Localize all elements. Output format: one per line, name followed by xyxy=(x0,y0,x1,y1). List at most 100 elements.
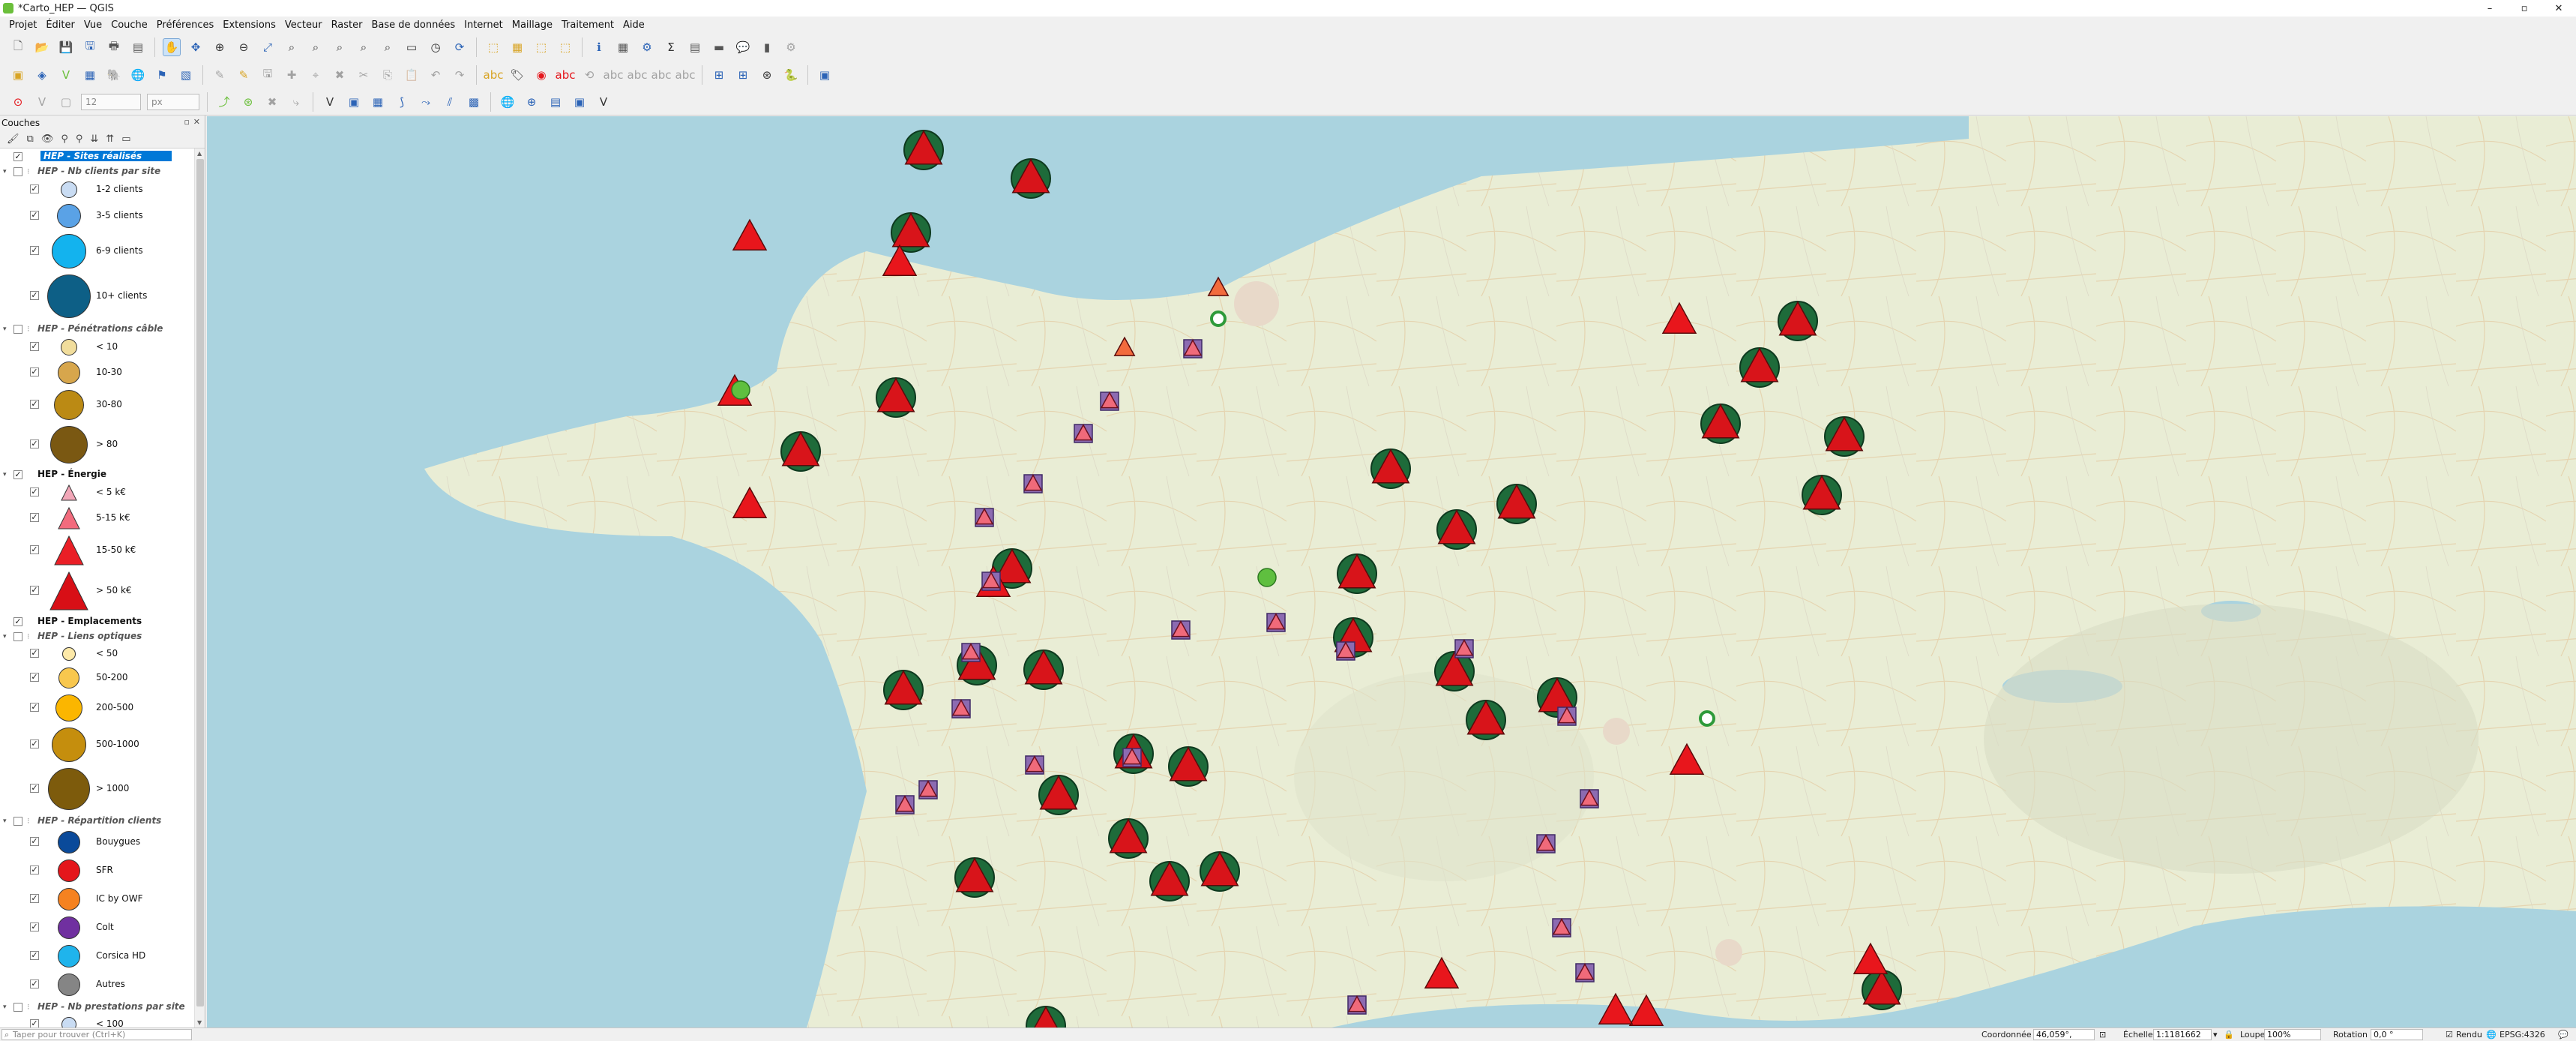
site-marker[interactable] xyxy=(1168,746,1209,787)
layer-visibility-checkbox[interactable]: ✓ xyxy=(13,167,22,176)
layer-group-row[interactable]: ▾ ✓ ⁝ HEP - Nb clients par site xyxy=(0,165,193,178)
layer-tree-scrollbar[interactable]: ▲ ▼ xyxy=(194,148,205,1028)
emplacement-marker[interactable] xyxy=(1171,620,1191,640)
simplify-icon[interactable]: ⤳ xyxy=(417,93,435,111)
crs-globe-icon[interactable]: 🌐 xyxy=(2486,1030,2497,1040)
legend-class-row[interactable]: ✓ < 100 xyxy=(0,1016,193,1028)
site-marker[interactable] xyxy=(1011,158,1051,199)
legend-class-row[interactable]: ✓ 10+ clients xyxy=(0,273,193,320)
unit-select[interactable]: px xyxy=(147,93,199,110)
annotation-icon[interactable]: 💬 xyxy=(734,38,752,56)
label-pin2-icon[interactable]: abc xyxy=(651,66,672,84)
legend-class-row[interactable]: ✓ 500-1000 xyxy=(0,726,193,764)
layer-label[interactable]: HEP - Pénétrations câble xyxy=(37,323,163,334)
class-visibility-checkbox[interactable]: ✓ xyxy=(30,740,39,748)
close-panel-icon[interactable]: ✕ xyxy=(193,117,200,127)
class-visibility-checkbox[interactable]: ✓ xyxy=(30,1019,39,1028)
emplacement-marker[interactable] xyxy=(1575,963,1595,982)
style-panel-icon[interactable]: 🖌 xyxy=(7,134,19,145)
layer-label[interactable]: HEP - Énergie xyxy=(37,469,106,479)
select-features-icon[interactable]: ⬚ xyxy=(484,38,502,56)
vertex-tool-icon[interactable]: ⌖ xyxy=(307,66,325,84)
site-marker[interactable] xyxy=(1862,970,1902,1010)
layer-row[interactable]: ▾ ✓ HEP - Énergie xyxy=(0,468,193,482)
group-tool-icon[interactable]: ▣ xyxy=(571,93,589,111)
zoom-in-icon[interactable]: ⊕ xyxy=(211,38,229,56)
legend-class-row[interactable]: ✓ 10-30 xyxy=(0,360,193,386)
label-tool-icon[interactable]: abc xyxy=(484,66,504,84)
spatial-bookmark-icon[interactable]: ⊛ xyxy=(758,66,776,84)
snap-type-icon[interactable]: ▢ xyxy=(57,93,75,111)
scale-field[interactable]: 1:1181662 xyxy=(2153,1029,2212,1040)
zoom-out-icon[interactable]: ⊖ xyxy=(235,38,253,56)
site-marker[interactable] xyxy=(1023,650,1064,690)
class-visibility-checkbox[interactable]: ✓ xyxy=(30,980,39,988)
delete-feature-icon[interactable]: ✖ xyxy=(331,66,349,84)
legend-class-row[interactable]: ✓ 30-80 xyxy=(0,388,193,422)
vertex-edit-icon[interactable]: V xyxy=(33,93,51,111)
map-rendering[interactable] xyxy=(207,116,2576,1028)
class-visibility-checkbox[interactable]: ✓ xyxy=(30,784,39,793)
zoom-selection-icon[interactable]: ⌕ xyxy=(283,38,301,56)
layer-label[interactable]: HEP - Emplacements xyxy=(37,616,142,626)
remove-layer-icon[interactable]: ▭ xyxy=(121,134,130,145)
zoom-last-icon[interactable]: ⌕ xyxy=(355,38,373,56)
legend-class-row[interactable]: ✓ SFR xyxy=(0,858,193,884)
trace-icon[interactable]: ⊛ xyxy=(239,93,257,111)
split-icon[interactable]: ✖ xyxy=(263,93,281,111)
class-visibility-checkbox[interactable]: ✓ xyxy=(30,673,39,682)
menu-internet[interactable]: Internet xyxy=(460,20,508,31)
label-move-icon[interactable]: abc xyxy=(556,66,576,84)
add-raster-layer-icon[interactable]: ▦ xyxy=(81,66,99,84)
legend-class-row[interactable]: ✓ IC by OWF xyxy=(0,886,193,912)
class-visibility-checkbox[interactable]: ✓ xyxy=(30,586,39,595)
network-tool-icon[interactable]: ⊕ xyxy=(523,93,541,111)
pan-map-icon[interactable]: ✋ xyxy=(163,38,181,56)
layer-label[interactable]: HEP - Répartition clients xyxy=(37,815,161,826)
snapping-magnet-icon[interactable]: ⊙ xyxy=(9,93,27,111)
scale-dropdown-icon[interactable]: ▾ xyxy=(2213,1030,2218,1040)
filter-legend-icon[interactable]: ⚲ xyxy=(61,134,68,145)
new-geopackage-icon[interactable]: ◈ xyxy=(33,66,51,84)
menu-base-de-donnees[interactable]: Base de données xyxy=(367,20,460,31)
layer-group-row[interactable]: ▾ ✓ ⁝ HEP - Répartition clients xyxy=(0,814,193,828)
site-marker[interactable] xyxy=(1700,404,1741,444)
save-as-icon[interactable]: 🖫 xyxy=(81,38,99,56)
identify-icon[interactable]: ℹ xyxy=(590,38,608,56)
vertex-list-icon[interactable]: V xyxy=(595,93,613,111)
legend-class-row[interactable]: ✓ 5-15 k€ xyxy=(0,506,193,531)
site-marker[interactable] xyxy=(903,130,944,170)
layer-label[interactable]: HEP - Liens optiques xyxy=(37,631,142,641)
class-visibility-checkbox[interactable]: ✓ xyxy=(30,184,39,194)
python-console-icon[interactable]: 🐍 xyxy=(782,66,800,84)
emplacement-marker[interactable] xyxy=(1100,392,1119,411)
layer-label[interactable]: HEP - Sites réalisés xyxy=(40,151,172,161)
emplacement-marker[interactable] xyxy=(1074,424,1093,443)
site-marker[interactable] xyxy=(1149,861,1190,902)
lock-scale-icon[interactable]: 🔒 xyxy=(2224,1030,2234,1040)
legend-class-row[interactable]: ✓ > 80 xyxy=(0,424,193,465)
label-pin-icon[interactable]: 🏷 xyxy=(508,66,526,84)
emplacement-marker[interactable] xyxy=(1023,474,1043,494)
emplacement-marker[interactable] xyxy=(895,795,915,814)
zoom-layer-icon[interactable]: ⌕ xyxy=(307,38,325,56)
emplacement-marker[interactable] xyxy=(1552,918,1571,938)
green-ring-marker[interactable] xyxy=(1210,310,1227,327)
save-edits-icon[interactable]: 🖫 xyxy=(259,66,277,84)
site-marker[interactable] xyxy=(1108,818,1149,859)
add-feature-icon[interactable]: ✚ xyxy=(283,66,301,84)
attribute-table-icon[interactable]: ▦ xyxy=(614,38,632,56)
collapse-all-icon[interactable]: ⇈ xyxy=(106,134,114,145)
class-visibility-checkbox[interactable]: ✓ xyxy=(30,368,39,376)
class-visibility-checkbox[interactable]: ✓ xyxy=(30,894,39,903)
emplacement-marker[interactable] xyxy=(1183,339,1203,358)
locator-search-input[interactable]: Taper pour trouver (Ctrl+K) xyxy=(1,1029,192,1040)
settings-icon[interactable]: ⚙ xyxy=(782,38,800,56)
toggle-extents-icon[interactable]: ⊡ xyxy=(2099,1030,2106,1040)
green-ring-marker[interactable] xyxy=(1699,710,1715,727)
emplacement-marker[interactable] xyxy=(1454,639,1474,658)
rotation-field[interactable]: 0,0 ° xyxy=(2371,1029,2423,1040)
menu-preferences[interactable]: Préférences xyxy=(152,20,218,31)
legend-class-row[interactable]: ✓ 200-500 xyxy=(0,693,193,723)
undo-icon[interactable]: ↶ xyxy=(427,66,445,84)
